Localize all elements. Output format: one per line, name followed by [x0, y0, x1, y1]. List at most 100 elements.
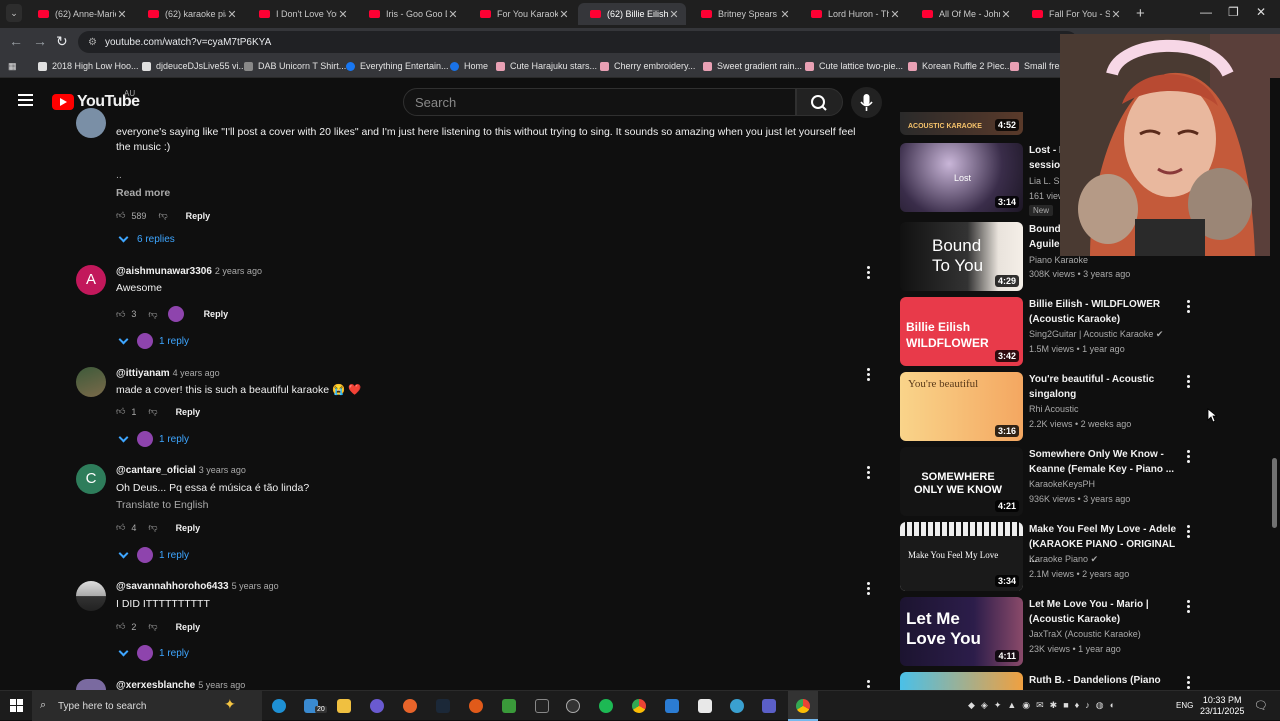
bookmark-item[interactable]: Korean Ruffle 2 Piec... — [908, 61, 1012, 71]
comment-time[interactable]: 5 years ago — [232, 581, 279, 591]
dislike-icon[interactable]: 👎︎ — [148, 522, 157, 533]
chrome-icon[interactable] — [796, 699, 810, 713]
clock[interactable]: 10:33 PM 23/11/2025 — [1200, 695, 1244, 717]
close-tab-icon[interactable]: ✕ — [668, 8, 680, 21]
browser-tab[interactable]: All Of Me - John L✕ — [910, 3, 1018, 25]
reply-button[interactable]: Reply — [176, 407, 201, 417]
tab-search-chevron-icon[interactable]: ⌄ — [6, 4, 22, 22]
chrome-icon[interactable] — [632, 699, 646, 713]
windows-start-icon[interactable] — [10, 699, 23, 712]
bookmark-item[interactable]: Home — [450, 61, 488, 71]
avatar[interactable] — [76, 108, 106, 138]
forward-arrow-icon[interactable]: → — [33, 33, 47, 49]
comment-time[interactable]: 2 years ago — [215, 266, 262, 276]
comment-options-icon[interactable] — [866, 368, 870, 383]
system-tray-icons[interactable]: ◆◈✦▲◉✉✱■♦♪◍◐ — [968, 700, 1121, 711]
like-icon[interactable]: 👍︎ — [116, 522, 125, 533]
mail-icon[interactable] — [665, 699, 679, 713]
video-thumbnail[interactable]: Bound To You 4:29 — [900, 222, 1023, 291]
app-icon[interactable] — [370, 699, 384, 713]
dislike-icon[interactable]: 👎︎ — [148, 406, 157, 417]
search-highlight-icon[interactable]: ✦ — [224, 696, 236, 713]
bookmark-item[interactable]: DAB Unicorn T Shirt... — [244, 61, 346, 71]
browser-tab[interactable]: Iris - Goo Goo Do✕ — [357, 3, 465, 25]
channel-name[interactable]: KaraokeKeysPH — [1029, 479, 1095, 489]
avatar[interactable] — [76, 367, 106, 397]
reply-button[interactable]: Reply — [176, 622, 201, 632]
bookmark-item[interactable]: Small fres — [1010, 61, 1064, 71]
site-info-icon[interactable]: ⚙ — [88, 37, 97, 48]
language-indicator[interactable]: ENG — [1176, 701, 1193, 710]
close-tab-icon[interactable]: ✕ — [779, 8, 791, 21]
browser-tab[interactable]: Britney Spears - S✕ — [689, 3, 797, 25]
translate-link[interactable]: Translate to English — [116, 498, 208, 513]
search-input[interactable]: Search — [403, 88, 796, 116]
dislike-icon[interactable]: 👎︎ — [158, 210, 167, 221]
close-tab-icon[interactable]: ✕ — [447, 8, 459, 21]
new-tab-button[interactable]: + — [1136, 5, 1145, 22]
browser-tab[interactable]: I Don't Love You ✕ — [247, 3, 355, 25]
comment-time[interactable]: 5 years ago — [198, 680, 245, 690]
page-scrollbar-thumb[interactable] — [1272, 458, 1277, 528]
minimize-window-icon[interactable]: — — [1200, 5, 1212, 19]
read-more-link[interactable]: Read more — [116, 186, 170, 201]
comment-options-icon[interactable] — [866, 582, 870, 597]
like-icon[interactable]: 👍︎ — [116, 406, 125, 417]
video-options-icon[interactable] — [1186, 525, 1190, 540]
video-title[interactable]: Let Me Love You - Mario | (Acoustic Kara… — [1029, 597, 1179, 627]
close-tab-icon[interactable]: ✕ — [226, 8, 238, 21]
like-icon[interactable]: 👍︎ — [116, 309, 125, 320]
teams-icon[interactable] — [762, 699, 776, 713]
video-thumbnail[interactable]: Let Me Love You 4:11 — [900, 597, 1023, 666]
restore-window-icon[interactable]: ❐ — [1228, 5, 1239, 19]
close-tab-icon[interactable]: ✕ — [558, 8, 570, 21]
video-title[interactable]: Ruth B. - Dandelions (Piano Karaoke) — [1029, 673, 1179, 690]
like-icon[interactable]: 👍︎ — [116, 210, 125, 221]
reload-icon[interactable]: ↻ — [56, 33, 68, 50]
like-icon[interactable]: 👍︎ — [116, 621, 125, 632]
channel-name[interactable]: JaxTraX (Acoustic Karaoke) — [1029, 629, 1141, 639]
firefox-icon[interactable] — [403, 699, 417, 713]
video-thumbnail[interactable]: Make You Feel My Love 3:34 — [900, 522, 1023, 591]
back-arrow-icon[interactable]: ← — [9, 33, 23, 49]
view-replies-button[interactable]: 1 reply — [118, 645, 189, 661]
notifications-icon[interactable]: 🗨︎ — [1254, 699, 1268, 712]
minecraft-icon[interactable] — [502, 699, 516, 713]
browser-tab[interactable]: For You Karaoké ✕ — [468, 3, 576, 25]
avatar[interactable] — [76, 679, 106, 690]
close-tab-icon[interactable]: ✕ — [1000, 8, 1012, 21]
app-icon[interactable] — [730, 699, 744, 713]
video-options-icon[interactable] — [1186, 300, 1190, 315]
reply-button[interactable]: Reply — [186, 211, 211, 221]
file-explorer-icon[interactable] — [337, 699, 351, 713]
close-tab-icon[interactable]: ✕ — [337, 8, 349, 21]
channel-name[interactable]: Sing2Guitar | Acoustic Karaoke ✔ — [1029, 329, 1163, 340]
edge-icon[interactable] — [272, 699, 286, 713]
capcut-icon[interactable] — [535, 699, 549, 713]
video-title[interactable]: Billie Eilish - WILDFLOWER (Acoustic Kar… — [1029, 297, 1179, 327]
browser-tab[interactable]: (62) Anne-Marie - ✕ — [26, 3, 134, 25]
video-thumbnail[interactable] — [900, 672, 1023, 690]
spotify-icon[interactable] — [599, 699, 613, 713]
video-options-icon[interactable] — [1186, 450, 1190, 465]
video-options-icon[interactable] — [1186, 676, 1190, 691]
bookmark-item[interactable]: Sweet gradient rain... — [703, 61, 802, 71]
video-title[interactable]: Somewhere Only We Know - Keanne (Female … — [1029, 447, 1179, 477]
browser-tab[interactable]: Lord Huron - The✕ — [799, 3, 907, 25]
video-thumbnail[interactable]: ACOUSTIC KARAOKE 4:52 — [900, 112, 1023, 135]
comment-options-icon[interactable] — [866, 266, 870, 281]
channel-name[interactable]: Lia L. Si — [1029, 176, 1062, 186]
video-thumbnail[interactable]: Billie Eilish WILDFLOWER 3:42 — [900, 297, 1023, 366]
bookmark-item[interactable]: Cherry embroidery... — [600, 61, 695, 71]
dislike-icon[interactable]: 👎︎ — [148, 621, 157, 632]
browser-tab[interactable]: Fall For You - Seco✕ — [1020, 3, 1128, 25]
video-options-icon[interactable] — [1186, 375, 1190, 390]
steam-icon[interactable] — [436, 699, 450, 713]
video-thumbnail[interactable]: You're beautiful 3:16 — [900, 372, 1023, 441]
bookmark-item[interactable]: Cute Harajuku stars... — [496, 61, 597, 71]
obs-icon[interactable] — [566, 699, 580, 713]
channel-name[interactable]: Karaoke Piano ✔ — [1029, 554, 1098, 565]
video-title[interactable]: You're beautiful - Acoustic singalong — [1029, 372, 1179, 402]
channel-name[interactable]: Piano Karaoke — [1029, 255, 1088, 265]
search-button[interactable] — [796, 88, 843, 116]
